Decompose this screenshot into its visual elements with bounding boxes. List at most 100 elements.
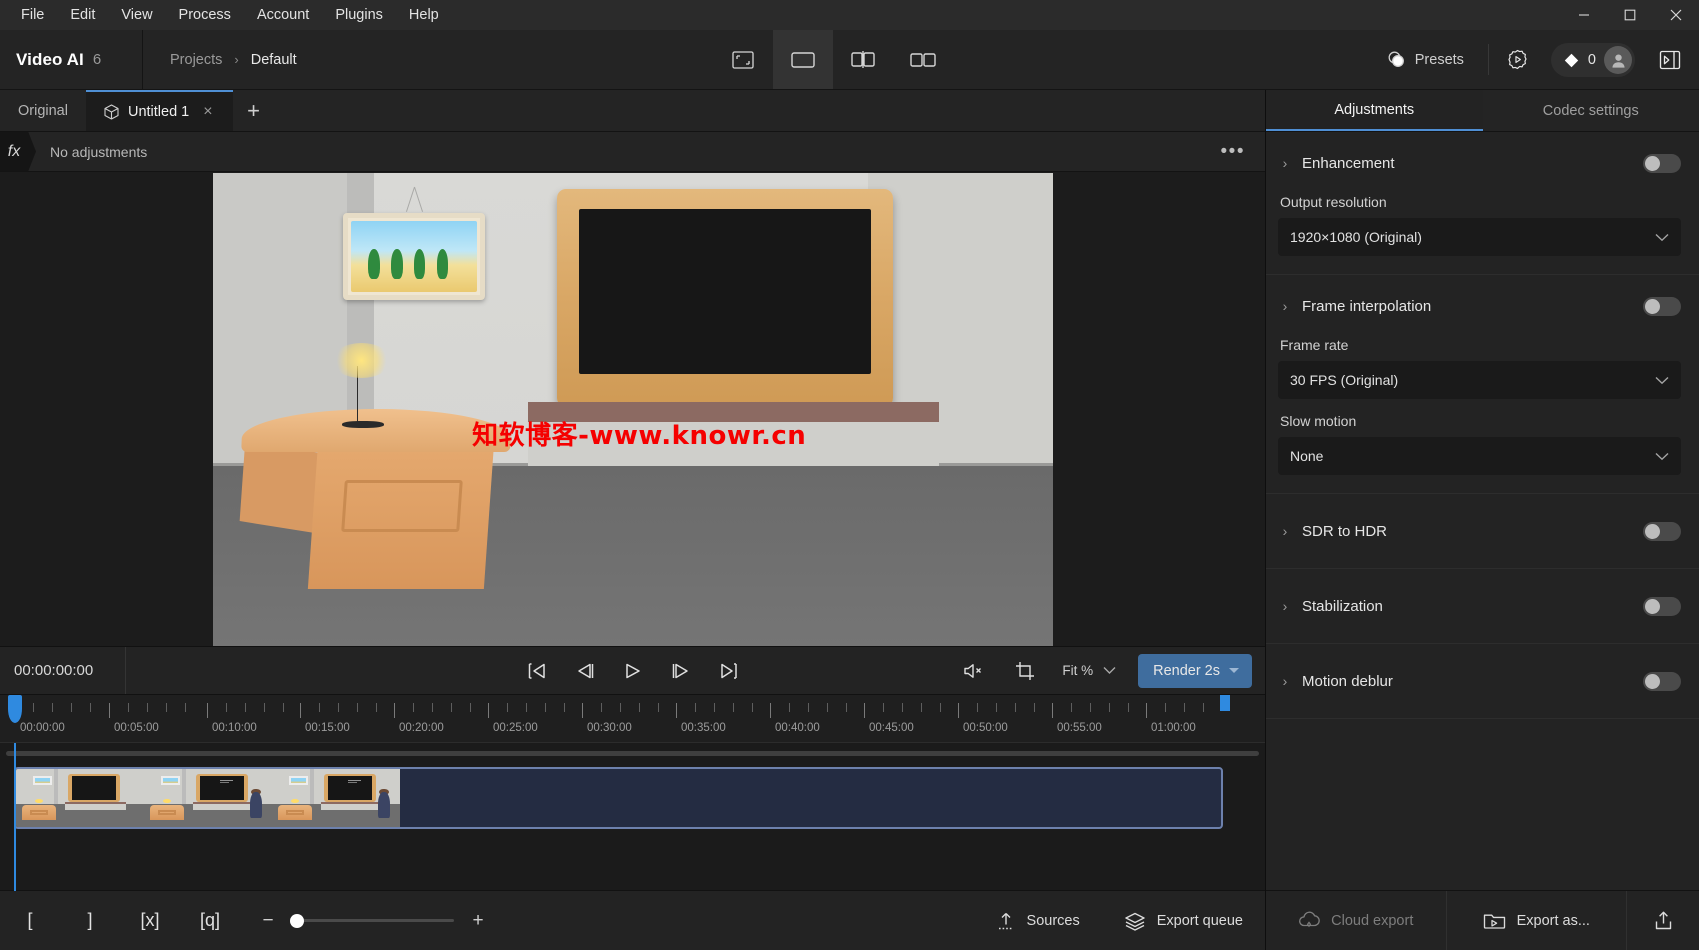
ruler-tick-label: 00:55:00 [1057, 722, 1102, 734]
step-back-icon[interactable] [570, 656, 600, 686]
skip-to-end-icon[interactable] [714, 656, 744, 686]
chevron-right-icon[interactable]: › [1278, 523, 1292, 539]
settings-button[interactable] [1489, 30, 1547, 89]
toggle-enhancement[interactable] [1643, 153, 1681, 173]
cloud-export-button[interactable]: Cloud export [1266, 891, 1447, 950]
view-mode-split[interactable] [833, 30, 893, 89]
select-output-resolution[interactable]: 1920×1080 (Original) [1278, 218, 1681, 256]
zoom-level-select[interactable]: Fit % [1062, 663, 1116, 678]
menu-item-account[interactable]: Account [244, 3, 322, 27]
view-mode-fit-screen[interactable] [713, 30, 773, 89]
presets-icon [1387, 50, 1406, 69]
skip-to-start-icon[interactable] [522, 656, 552, 686]
sources-button[interactable]: Sources [974, 891, 1102, 950]
tab-codec-settings[interactable]: Codec settings [1483, 90, 1699, 131]
tab-untitled-1[interactable]: Untitled 1 × [85, 90, 233, 131]
toggle-sdr-to-hdr[interactable] [1643, 521, 1681, 541]
chevron-down-icon[interactable] [1229, 668, 1239, 673]
window-controls [1561, 0, 1699, 30]
section-sdr-to-hdr-header[interactable]: › SDR to HDR [1278, 514, 1681, 548]
select-output-resolution-value: 1920×1080 (Original) [1290, 229, 1422, 245]
share-icon [1653, 910, 1674, 931]
zoom-in-icon[interactable]: + [468, 910, 488, 932]
preview-canvas[interactable]: 知软博客-www.knowr.cn [0, 172, 1265, 646]
chevron-down-icon [1103, 666, 1116, 675]
clear-in-out-icon[interactable]: [x] [120, 891, 180, 950]
clip-thumbnails [16, 769, 400, 827]
view-mode-single[interactable] [772, 30, 833, 89]
label-frame-rate: Frame rate [1280, 337, 1349, 353]
select-slow-motion[interactable]: None [1278, 437, 1681, 475]
close-icon[interactable] [1653, 0, 1699, 30]
close-icon[interactable]: × [201, 103, 214, 121]
minimize-icon[interactable] [1561, 0, 1607, 30]
timeline-zoom-slider[interactable]: − + [258, 910, 488, 932]
select-frame-rate[interactable]: 30 FPS (Original) [1278, 361, 1681, 399]
zoom-to-selection-icon[interactable]: [q] [180, 891, 240, 950]
play-icon[interactable] [618, 656, 648, 686]
cube-icon [104, 103, 119, 120]
playhead-handle[interactable] [8, 695, 22, 723]
toggle-stabilization[interactable] [1643, 596, 1681, 616]
gear-icon [1507, 49, 1528, 70]
export-queue-button[interactable]: Export queue [1102, 891, 1265, 950]
menu-item-plugins[interactable]: Plugins [322, 3, 396, 27]
adjustment-status-bar: fx No adjustments ••• [0, 131, 1265, 172]
tab-original[interactable]: Original [0, 90, 86, 131]
toggle-right-panel-button[interactable] [1641, 30, 1699, 89]
presets-button[interactable]: Presets [1369, 30, 1488, 89]
step-forward-icon[interactable] [666, 656, 696, 686]
section-stabilization-header[interactable]: › Stabilization [1278, 589, 1681, 623]
timeline-horizontal-scrollbar[interactable] [6, 750, 1259, 756]
scene-desk-panel [340, 479, 463, 532]
zoom-slider-knob[interactable] [290, 913, 304, 928]
zoom-slider-track[interactable] [290, 913, 454, 928]
presets-label: Presets [1414, 51, 1464, 68]
more-options-icon[interactable]: ••• [1221, 142, 1245, 161]
chevron-right-icon[interactable]: › [1278, 298, 1292, 314]
mute-icon[interactable] [958, 656, 988, 686]
set-out-point-icon[interactable]: ] [60, 891, 120, 950]
share-button[interactable] [1627, 891, 1699, 950]
toggle-frame-interpolation[interactable] [1643, 296, 1681, 316]
add-tab-button[interactable]: + [233, 90, 275, 131]
menu-item-process[interactable]: Process [166, 3, 244, 27]
export-as-button[interactable]: Export as... [1447, 891, 1627, 950]
section-frame-interpolation-header[interactable]: › Frame interpolation [1278, 289, 1681, 323]
menu-item-view[interactable]: View [108, 3, 165, 27]
chevron-right-icon[interactable]: › [1278, 673, 1292, 689]
view-mode-side-by-side[interactable] [893, 30, 953, 89]
fx-icon[interactable]: fx [0, 131, 36, 172]
toggle-motion-deblur[interactable] [1643, 671, 1681, 691]
timeline-track-area[interactable] [0, 763, 1265, 890]
clip-thumbnail [144, 769, 272, 827]
credits-badge[interactable]: 0 [1550, 43, 1635, 77]
playhead-line [14, 743, 16, 891]
section-enhancement-header[interactable]: › Enhancement [1278, 146, 1681, 180]
render-button[interactable]: Render 2s [1138, 653, 1252, 688]
set-in-point-icon[interactable]: [ [0, 891, 60, 950]
timeline-ruler[interactable]: 00:00:00 00:05:00 00:10:00 00:15:00 00:2… [0, 695, 1265, 743]
chevron-right-icon[interactable]: › [1278, 155, 1292, 171]
tab-adjustments[interactable]: Adjustments [1266, 90, 1483, 131]
menu-item-help[interactable]: Help [396, 3, 452, 27]
video-frame: 知软博客-www.knowr.cn [212, 172, 1053, 646]
menu-item-file[interactable]: File [8, 3, 57, 27]
maximize-icon[interactable] [1607, 0, 1653, 30]
export-bar: Cloud export Export as... [1266, 890, 1699, 950]
menu-item-edit[interactable]: Edit [57, 3, 108, 27]
zoom-out-icon[interactable]: − [258, 910, 278, 932]
breadcrumb-default[interactable]: Default [251, 52, 297, 68]
scene-lamp-glow [331, 342, 391, 379]
breadcrumb-projects[interactable]: Projects [170, 52, 222, 68]
breadcrumb: Projects › Default [143, 30, 297, 89]
timeline-clip[interactable] [14, 767, 1223, 829]
avatar[interactable] [1604, 46, 1632, 74]
ruler-tick-label: 01:00:00 [1151, 722, 1196, 734]
cloud-export-label: Cloud export [1331, 912, 1414, 929]
chevron-right-icon[interactable]: › [1278, 598, 1292, 614]
crop-icon[interactable] [1010, 656, 1040, 686]
section-motion-deblur-header[interactable]: › Motion deblur [1278, 664, 1681, 698]
import-icon [996, 911, 1016, 931]
current-timecode[interactable]: 00:00:00:00 [0, 646, 126, 695]
